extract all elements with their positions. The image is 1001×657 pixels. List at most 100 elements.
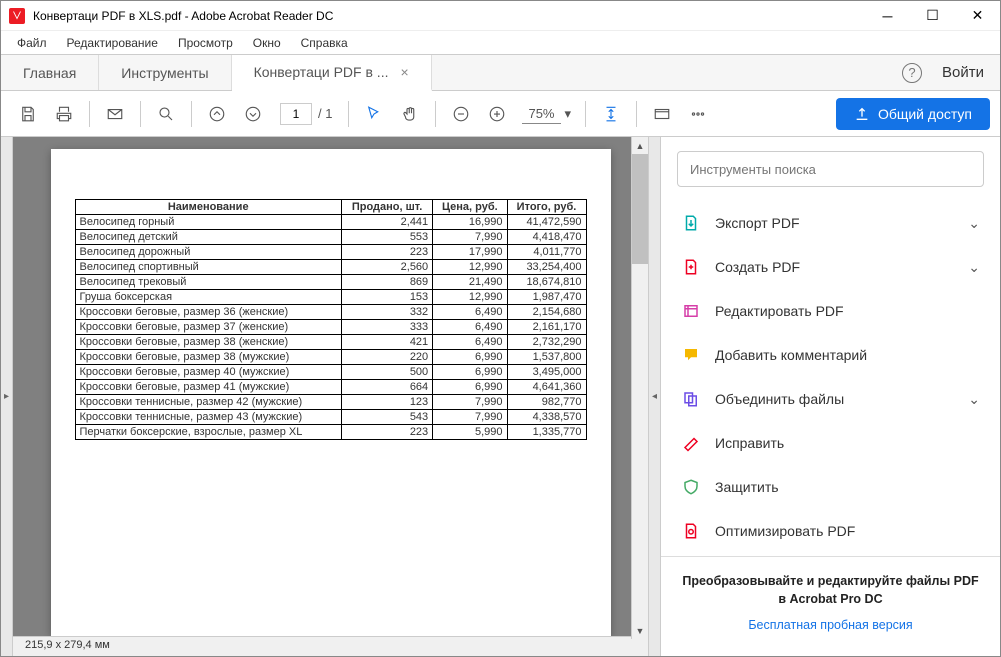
- maximize-button[interactable]: ☐: [910, 1, 955, 30]
- page-indicator: / 1: [280, 103, 332, 125]
- combine-icon: [681, 389, 701, 409]
- tool-label: Редактировать PDF: [715, 303, 844, 319]
- redact-icon: [681, 433, 701, 453]
- menu-help[interactable]: Справка: [293, 33, 356, 53]
- chevron-down-icon: ⌄: [968, 259, 980, 276]
- chevron-down-icon: ⌄: [968, 215, 980, 232]
- close-button[interactable]: ✕: [955, 1, 1000, 30]
- toolbar: / 1 75% ▾ Общий доступ: [1, 91, 1000, 137]
- menu-edit[interactable]: Редактирование: [59, 33, 166, 53]
- fit-width-icon[interactable]: [594, 97, 628, 131]
- titlebar: Конвертаци PDF в XLS.pdf - Adobe Acrobat…: [1, 1, 1000, 31]
- menu-view[interactable]: Просмотр: [170, 33, 241, 53]
- table-row: Кроссовки беговые, размер 36 (женские)33…: [75, 305, 586, 320]
- table-header: Итого, руб.: [507, 200, 586, 215]
- table-row: Кроссовки беговые, размер 41 (мужские)66…: [75, 380, 586, 395]
- hand-tool-icon[interactable]: [393, 97, 427, 131]
- help-icon[interactable]: ?: [902, 63, 922, 83]
- scroll-up-arrow[interactable]: ▲: [632, 137, 648, 154]
- export-icon: [681, 213, 701, 233]
- optimize-icon: [681, 521, 701, 541]
- table-row: Велосипед трековый86921,49018,674,810: [75, 275, 586, 290]
- tab-home[interactable]: Главная: [1, 55, 99, 90]
- app-icon: [9, 8, 25, 24]
- zoom-dropdown[interactable]: 75% ▾: [522, 104, 571, 124]
- tool-label: Исправить: [715, 435, 784, 451]
- tools-search-input[interactable]: [677, 151, 984, 187]
- document-area: НаименованиеПродано, шт.Цена, руб.Итого,…: [13, 137, 648, 656]
- table-header: Наименование: [75, 200, 341, 215]
- mail-icon[interactable]: [98, 97, 132, 131]
- tab-document[interactable]: Конвертаци PDF в ... ×: [232, 55, 432, 91]
- tool-item-optimize[interactable]: Оптимизировать PDF: [661, 509, 1000, 553]
- table-header: Цена, руб.: [433, 200, 507, 215]
- login-button[interactable]: Войти: [942, 64, 984, 81]
- promo-text: Преобразовывайте и редактируйте файлы PD…: [681, 573, 980, 608]
- read-mode-icon[interactable]: [645, 97, 679, 131]
- document-viewport[interactable]: НаименованиеПродано, шт.Цена, руб.Итого,…: [13, 137, 648, 636]
- menubar: Файл Редактирование Просмотр Окно Справк…: [1, 31, 1000, 55]
- tool-label: Добавить комментарий: [715, 347, 867, 363]
- menu-file[interactable]: Файл: [9, 33, 55, 53]
- chevron-down-icon: ▾: [565, 106, 572, 122]
- page-current-input[interactable]: [280, 103, 312, 125]
- tool-item-edit[interactable]: Редактировать PDF: [661, 289, 1000, 333]
- tab-close-icon[interactable]: ×: [400, 64, 408, 80]
- tool-label: Защитить: [715, 479, 779, 495]
- tool-item-comment[interactable]: Добавить комментарий: [661, 333, 1000, 377]
- tool-label: Экспорт PDF: [715, 215, 800, 231]
- edit-icon: [681, 301, 701, 321]
- table-row: Кроссовки беговые, размер 38 (мужские)22…: [75, 350, 586, 365]
- tool-item-create[interactable]: Создать PDF ⌄: [661, 245, 1000, 289]
- zoom-out-icon[interactable]: [444, 97, 478, 131]
- tools-panel: Экспорт PDF ⌄ Создать PDF ⌄ Редактировать PD…: [660, 137, 1000, 656]
- save-icon[interactable]: [11, 97, 45, 131]
- tool-item-export[interactable]: Экспорт PDF ⌄: [661, 201, 1000, 245]
- left-panel-toggle[interactable]: ▸: [1, 137, 13, 656]
- comment-icon: [681, 345, 701, 365]
- trial-link[interactable]: Бесплатная пробная версия: [681, 618, 980, 632]
- menu-window[interactable]: Окно: [245, 33, 289, 53]
- share-button[interactable]: Общий доступ: [836, 98, 990, 130]
- tool-item-protect[interactable]: Защитить: [661, 465, 1000, 509]
- tool-label: Создать PDF: [715, 259, 800, 275]
- data-table: НаименованиеПродано, шт.Цена, руб.Итого,…: [75, 199, 587, 440]
- page-up-icon[interactable]: [200, 97, 234, 131]
- vertical-scrollbar[interactable]: ▲ ▼: [631, 137, 648, 639]
- table-row: Велосипед горный2,44116,99041,472,590: [75, 215, 586, 230]
- table-header: Продано, шт.: [341, 200, 432, 215]
- page-total: / 1: [318, 106, 332, 121]
- table-row: Велосипед детский5537,9904,418,470: [75, 230, 586, 245]
- zoom-in-icon[interactable]: [480, 97, 514, 131]
- table-row: Кроссовки беговые, размер 37 (женские)33…: [75, 320, 586, 335]
- tool-label: Оптимизировать PDF: [715, 523, 855, 539]
- create-icon: [681, 257, 701, 277]
- table-row: Кроссовки беговые, размер 38 (женские)42…: [75, 335, 586, 350]
- tab-tools[interactable]: Инструменты: [99, 55, 231, 90]
- chevron-down-icon: ⌄: [968, 391, 980, 408]
- tool-label: Объединить файлы: [715, 391, 844, 407]
- window-title: Конвертаци PDF в XLS.pdf - Adobe Acrobat…: [33, 9, 865, 23]
- upload-icon: [854, 106, 870, 122]
- select-tool-icon[interactable]: [357, 97, 391, 131]
- right-panel-toggle[interactable]: ◂: [648, 137, 660, 656]
- tabbar: Главная Инструменты Конвертаци PDF в ...…: [1, 55, 1000, 91]
- tool-item-redact[interactable]: Исправить: [661, 421, 1000, 465]
- page-down-icon[interactable]: [236, 97, 270, 131]
- minimize-button[interactable]: ─: [865, 1, 910, 30]
- table-row: Груша боксерская15312,9901,987,470: [75, 290, 586, 305]
- status-bar: 215,9 x 279,4 мм: [13, 636, 648, 656]
- table-row: Кроссовки теннисные, размер 42 (мужские)…: [75, 395, 586, 410]
- tool-item-combine[interactable]: Объединить файлы ⌄: [661, 377, 1000, 421]
- more-icon[interactable]: [681, 97, 715, 131]
- print-icon[interactable]: [47, 97, 81, 131]
- zoom-find-icon[interactable]: [149, 97, 183, 131]
- scroll-thumb[interactable]: [632, 154, 648, 264]
- scroll-down-arrow[interactable]: ▼: [632, 622, 648, 639]
- table-row: Велосипед дорожный22317,9904,011,770: [75, 245, 586, 260]
- table-row: Кроссовки беговые, размер 40 (мужские)50…: [75, 365, 586, 380]
- table-row: Перчатки боксерские, взрослые, размер XL…: [75, 425, 586, 440]
- document-page: НаименованиеПродано, шт.Цена, руб.Итого,…: [51, 149, 611, 636]
- protect-icon: [681, 477, 701, 497]
- table-row: Кроссовки теннисные, размер 43 (мужские)…: [75, 410, 586, 425]
